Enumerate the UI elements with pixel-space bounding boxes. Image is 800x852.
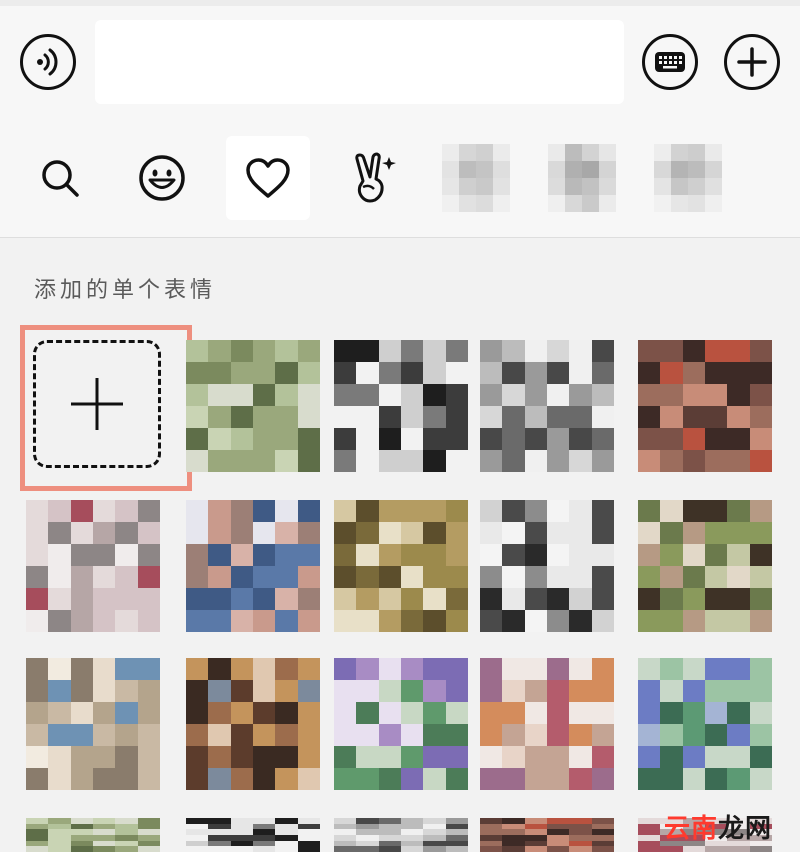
sticker-thumbnail[interactable] [334,500,468,632]
sticker-thumbnail[interactable] [186,500,320,632]
victory-hand-icon [355,152,396,203]
message-input[interactable] [95,20,624,104]
sticker-thumbnail[interactable] [638,658,772,790]
more-button[interactable] [724,34,780,90]
sticker-thumbnail[interactable] [638,500,772,632]
sticker-thumbnail[interactable] [186,658,320,790]
voice-button[interactable] [20,34,76,90]
keyboard-button[interactable] [642,34,698,90]
divider [0,0,800,6]
sticker-thumbnail[interactable] [186,818,320,852]
watermark-part2: 龙网 [718,814,773,844]
tab-search[interactable] [18,136,102,220]
sticker-thumbnail[interactable] [334,818,468,852]
emoji-category-tabs [0,118,800,238]
sticker-pack-icon [548,144,616,212]
section-title: 添加的单个表情 [34,278,217,303]
sticker-thumbnail[interactable] [480,818,614,852]
sticker-thumbnail[interactable] [480,340,614,472]
heart-icon [246,158,290,198]
sticker-thumbnail[interactable] [26,500,160,632]
sticker-thumbnail[interactable] [334,340,468,472]
sticker-pack-icon [654,144,722,212]
tab-favorites[interactable] [226,136,310,220]
sticker-thumbnail[interactable] [26,658,160,790]
sticker-thumbnail[interactable] [186,340,320,472]
watermark-part1: 云南 [664,814,719,844]
plus-circle-icon [737,47,767,77]
sticker-thumbnail[interactable] [480,658,614,790]
add-sticker-button[interactable] [33,340,161,468]
tab-sticker-pack-2[interactable] [540,136,624,220]
tab-fun[interactable] [332,136,416,220]
sticker-thumbnail[interactable] [26,818,160,852]
sticker-thumbnail[interactable] [480,500,614,632]
smiley-icon [139,155,185,201]
tab-sticker-pack-3[interactable] [646,136,730,220]
chat-input-bar [0,0,800,118]
tab-emoji[interactable] [120,136,204,220]
keyboard-icon [655,52,685,72]
voice-icon [37,48,58,76]
sticker-pack-icon [442,144,510,212]
add-sticker-highlight [20,325,192,491]
search-icon [42,160,79,197]
watermark: 云南龙网 [664,808,772,845]
tab-sticker-pack-1[interactable] [434,136,518,220]
sticker-thumbnail[interactable] [638,340,772,472]
plus-icon [71,378,123,430]
sticker-thumbnail[interactable] [334,658,468,790]
